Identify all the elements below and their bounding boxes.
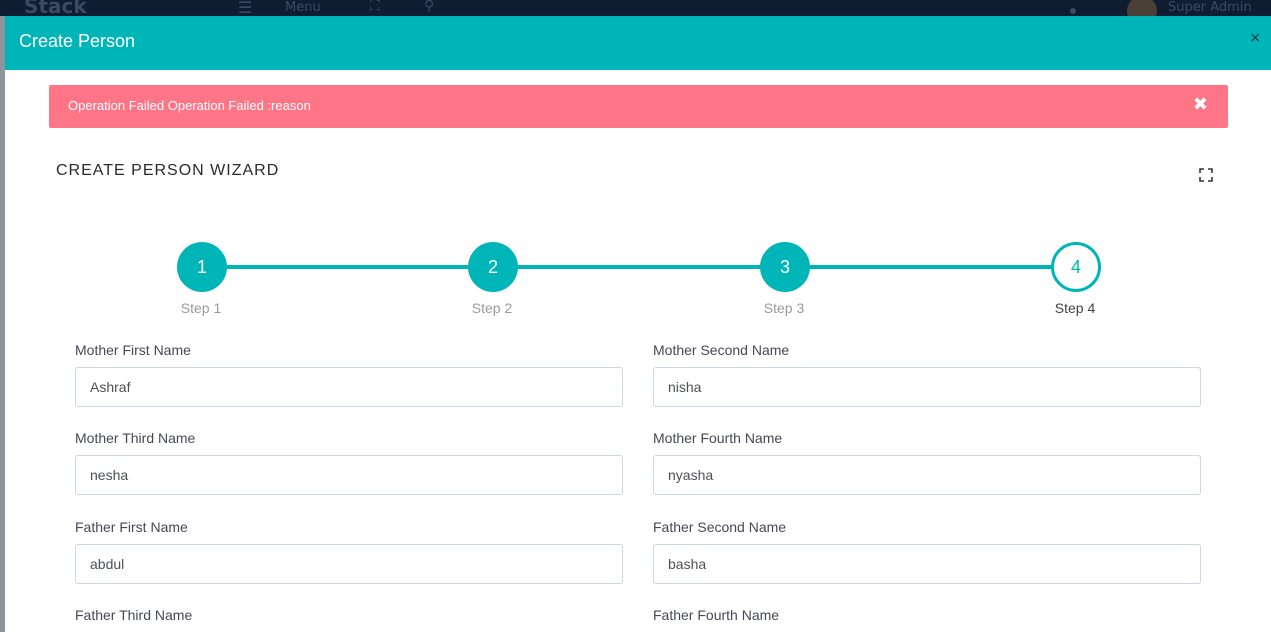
father-first-name-label: Father First Name: [75, 519, 188, 535]
menu-icon[interactable]: ☰: [238, 0, 252, 16]
fullscreen-icon[interactable]: [1199, 168, 1213, 182]
modal-title: Create Person: [19, 31, 136, 51]
step-3-label: Step 3: [763, 300, 805, 316]
father-second-name-input[interactable]: [653, 544, 1201, 584]
mother-second-name-input[interactable]: [653, 367, 1201, 407]
menu-label[interactable]: Menu: [285, 1, 321, 14]
expand-icon[interactable]: ⛶: [370, 0, 380, 13]
alert-close-icon[interactable]: ✖: [1193, 94, 1208, 115]
create-person-modal: Create Person × Operation Failed Operati…: [5, 16, 1271, 632]
step-1-circle[interactable]: 1: [177, 242, 227, 292]
stepper-track: [202, 265, 1076, 269]
father-fourth-name-label: Father Fourth Name: [653, 607, 780, 623]
mother-first-name-label: Mother First Name: [75, 342, 191, 358]
step-4-label: Step 4: [1054, 300, 1096, 316]
step-2-circle[interactable]: 2: [468, 242, 518, 292]
step-4-circle[interactable]: 4: [1051, 242, 1101, 292]
app-logo: Stack: [24, 0, 87, 16]
mother-fourth-name-input[interactable]: [653, 455, 1201, 495]
mother-third-name-input[interactable]: [75, 455, 623, 495]
user-name[interactable]: Super Admin: [1168, 1, 1252, 14]
search-icon[interactable]: ⚲: [424, 0, 434, 13]
alert-message: Operation Failed Operation Failed :reaso…: [68, 98, 311, 113]
mother-fourth-name-label: Mother Fourth Name: [653, 430, 783, 446]
mother-second-name-label: Mother Second Name: [653, 342, 790, 358]
step-3-circle[interactable]: 3: [760, 242, 810, 292]
step-1-label: Step 1: [180, 300, 222, 316]
error-alert: Operation Failed Operation Failed :reaso…: [49, 85, 1228, 128]
mother-third-name-label: Mother Third Name: [75, 430, 196, 446]
close-icon[interactable]: ×: [1249, 30, 1261, 46]
mother-first-name-input[interactable]: [75, 367, 623, 407]
father-second-name-label: Father Second Name: [653, 519, 787, 535]
step-2-label: Step 2: [471, 300, 513, 316]
notification-dot[interactable]: [1070, 8, 1076, 14]
wizard-title: CREATE PERSON WIZARD: [56, 162, 280, 179]
father-first-name-input[interactable]: [75, 544, 623, 584]
app-topbar: Stack ☰ Menu ⛶ ⚲ Super Admin: [0, 0, 1271, 16]
avatar[interactable]: [1127, 0, 1157, 16]
modal-header: Create Person ×: [5, 16, 1271, 70]
father-third-name-label: Father Third Name: [75, 607, 193, 623]
